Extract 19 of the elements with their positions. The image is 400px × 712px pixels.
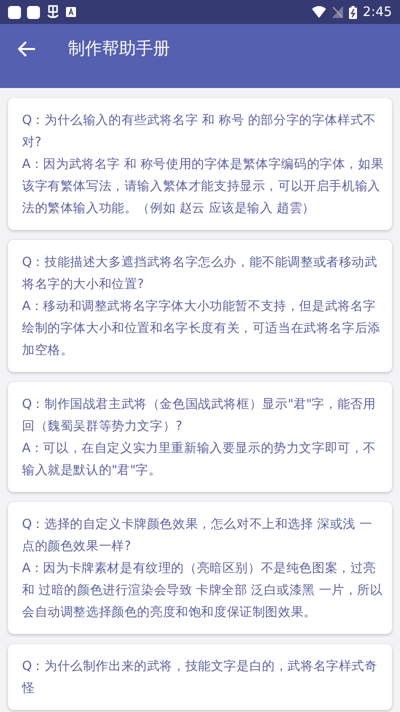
battery-icon — [348, 6, 357, 18]
question-text: Q：为什么输入的有些武将名字 和 称号 的部分字的字体样式不对? — [22, 111, 377, 151]
question-text: Q：为什么制作出来的武将，技能文字是白的，武将名字样式奇怪 — [22, 657, 378, 697]
notification-icon — [46, 5, 60, 19]
answer-text: A：因为卡牌素材是有纹理的（亮暗区别）不是纯色图案，过亮和 过暗的颜色进行渲染会导致 卡牌全部 泛白或漆黑 一片，所以会自动调整选择颜色的亮度和饱和度保证制图效果。 — [22, 559, 384, 621]
keyboard-icon — [66, 7, 76, 17]
question-text: Q：制作国战君主武将（金色国战武将框）显示"君"字，能否用回（魏蜀吴群等势力文字）? — [22, 395, 377, 435]
page-title: 制作帮助手册 — [68, 38, 170, 60]
answer-text: A：可以，在自定义实力里重新输入要显示的势力文字即可，不输入就是默认的"君"字。 — [22, 439, 378, 479]
notification-icon — [8, 6, 21, 18]
clock-time: 2:45 — [362, 4, 392, 20]
question-text: Q：技能描述大多遮挡武将名字怎么办，能不能调整或者移动武将名字的大小和位置? — [22, 253, 378, 293]
back-arrow-icon — [18, 41, 36, 57]
no-signal-icon — [332, 6, 343, 18]
notification-icon — [27, 6, 40, 18]
answer-text: A：移动和调整武将名字字体大小功能暂不支持，但是武将名字绘制的字体大小和位置和名字长度有关，可适当在武将名字后添加空格。 — [22, 297, 382, 359]
question-text: Q：选择的自定义卡牌颜色效果，怎么对不上和选择 深或浅 一点的颜色效果一样? — [22, 515, 374, 555]
wifi-icon — [312, 6, 326, 18]
answer-text: A：因为武将名字 和 称号使用的字体是繁体字编码的字体，如果该字有繁体写法，请输入繁体才能支持显示，可以开启手机输入法的繁体输入功能。（例如 赵云 应该是输入 趙雲） — [22, 155, 384, 217]
